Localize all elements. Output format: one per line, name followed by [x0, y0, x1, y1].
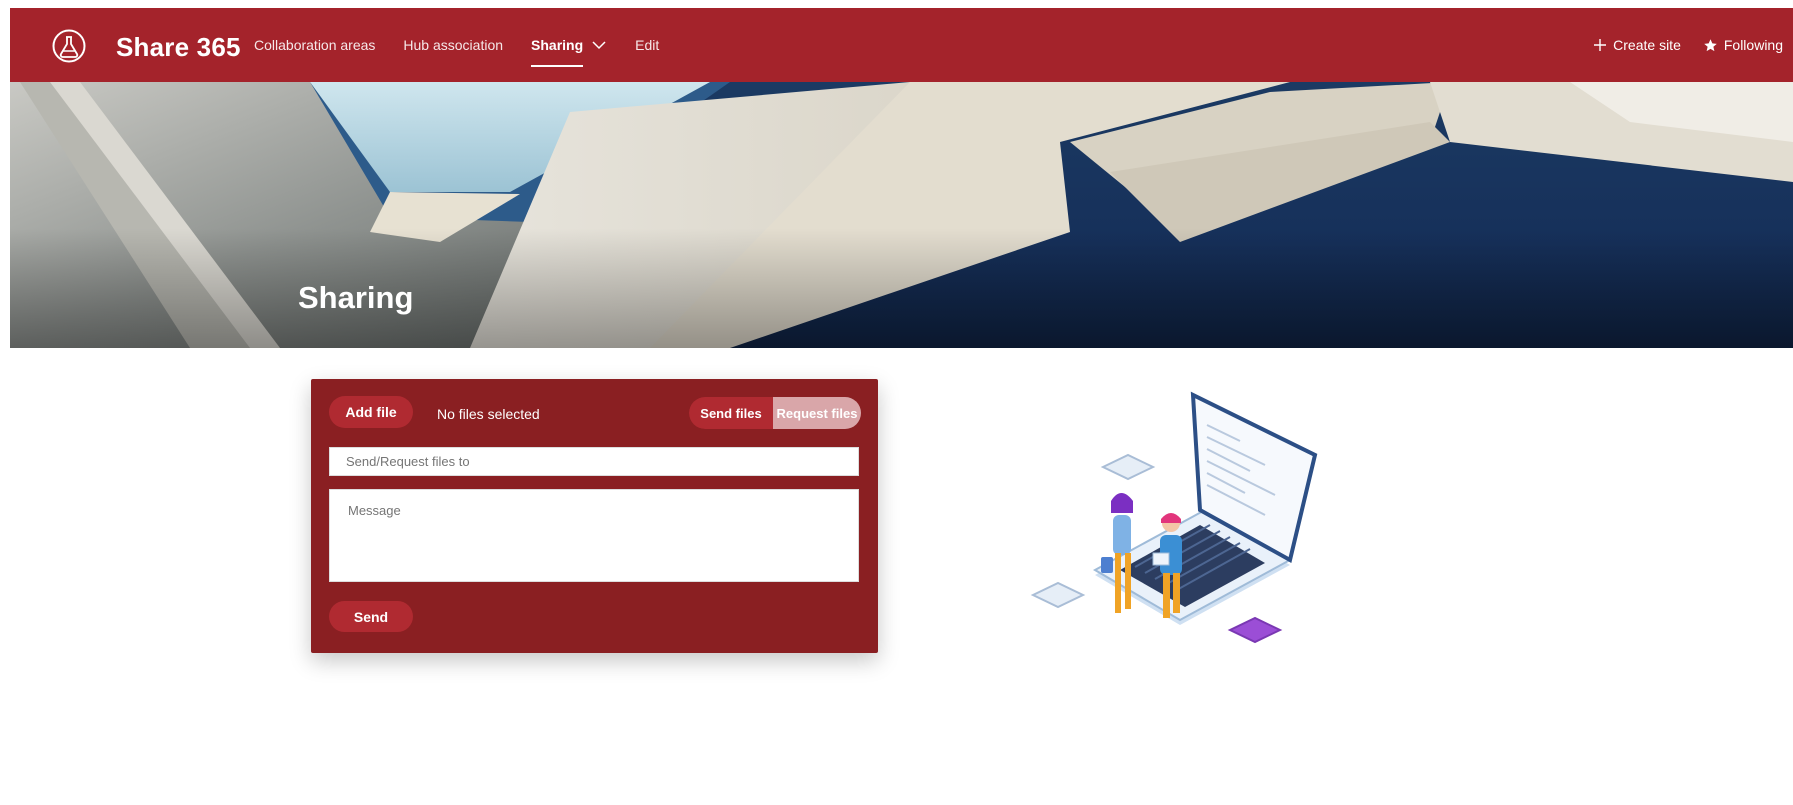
chevron-down-icon	[592, 41, 606, 50]
create-site-label: Create site	[1613, 37, 1681, 53]
nav-item-label: Edit	[635, 37, 660, 53]
plus-icon	[1594, 39, 1607, 51]
send-button[interactable]: Send	[329, 601, 413, 632]
following-label: Following	[1723, 37, 1783, 53]
share-form-card: Add file No files selected Send files Re…	[311, 379, 878, 653]
nav-item-sharing[interactable]: Sharing	[531, 8, 607, 82]
nav-item-label: Hub association	[403, 37, 504, 53]
hero-banner: Sharing	[10, 82, 1793, 348]
site-title[interactable]: Share 365	[116, 32, 241, 63]
mode-toggle: Send files Request files	[689, 397, 861, 429]
send-files-toggle[interactable]: Send files	[689, 397, 773, 429]
message-field[interactable]	[329, 489, 859, 582]
nav-item-label: Collaboration areas	[254, 37, 376, 53]
file-status-text: No files selected	[437, 406, 540, 422]
top-bar: Share 365 Collaboration areas Hub associ…	[10, 8, 1793, 82]
star-icon	[1704, 38, 1717, 51]
page-title: Sharing	[298, 280, 414, 315]
nav-item-collaboration-areas[interactable]: Collaboration areas	[254, 8, 375, 82]
following-button[interactable]: Following	[1703, 37, 1783, 53]
nav-item-hub-association[interactable]: Hub association	[403, 8, 503, 82]
hero-background-image	[10, 82, 1793, 348]
active-nav-indicator	[531, 65, 584, 67]
main-nav: Collaboration areas Hub association Shar…	[254, 8, 659, 82]
recipients-input[interactable]	[329, 447, 859, 476]
header-actions: Create site Following	[1593, 8, 1783, 82]
nav-item-label: Sharing	[531, 37, 584, 53]
flask-logo-icon[interactable]	[52, 29, 86, 63]
laptop-people-illustration	[1030, 391, 1318, 644]
create-site-button[interactable]: Create site	[1593, 37, 1681, 53]
add-file-button[interactable]: Add file	[329, 396, 413, 428]
nav-item-edit[interactable]: Edit	[635, 8, 659, 82]
request-files-toggle[interactable]: Request files	[773, 397, 861, 429]
